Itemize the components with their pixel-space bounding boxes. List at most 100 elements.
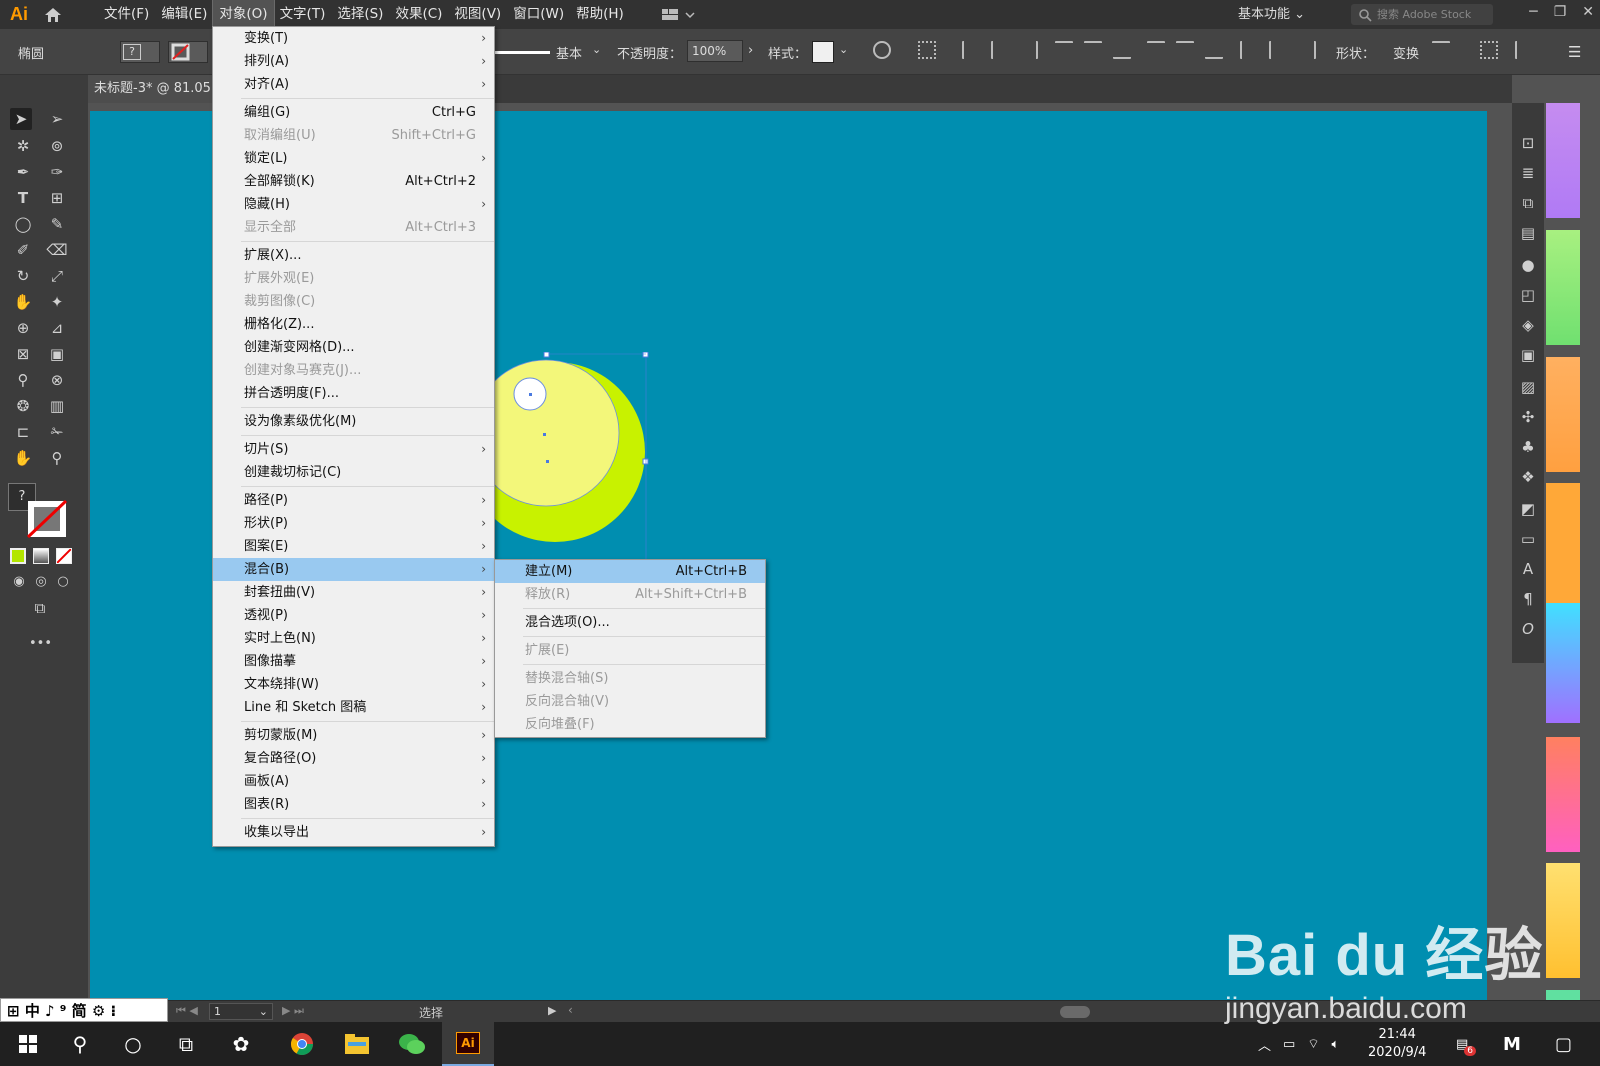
zoom-tool-icon[interactable]: ⚲: [46, 447, 68, 469]
scale-tool-icon[interactable]: ⤢: [46, 265, 68, 287]
close-icon[interactable]: ✕: [1582, 0, 1594, 24]
recolor-icon[interactable]: [873, 41, 891, 59]
clock[interactable]: 21:44 2020/9/4: [1368, 1022, 1426, 1066]
align-hcenter-icon[interactable]: [991, 41, 1009, 59]
ellipse-tool-icon[interactable]: ◯: [12, 213, 34, 235]
graphic-styles-panel-icon[interactable]: ❖: [1518, 467, 1538, 487]
blend-menu-item[interactable]: 反向堆叠(F): [495, 713, 765, 736]
object-menu-item[interactable]: 图像描摹 ›: [213, 650, 494, 673]
swatch-pink[interactable]: [1546, 737, 1580, 852]
perspective-grid-tool-icon[interactable]: ⊿: [46, 317, 68, 339]
blend-menu-item[interactable]: 反向混合轴(V): [495, 690, 765, 713]
align-left-icon[interactable]: [962, 41, 980, 59]
transform-panel-icon[interactable]: ◰: [1518, 285, 1538, 305]
menu-edit[interactable]: 编辑(E): [155, 0, 213, 29]
object-menu-item[interactable]: 画板(A) ›: [213, 770, 494, 793]
first-artboard-icon[interactable]: ⏮ ◀: [176, 1004, 198, 1018]
libraries-panel-icon[interactable]: ▤: [1518, 223, 1538, 243]
distribute-hcenter-icon[interactable]: [1269, 41, 1287, 59]
object-menu-item[interactable]: 创建渐变网格(D)...: [213, 336, 494, 359]
chevron-down-icon[interactable]: ⌄: [839, 43, 848, 56]
object-menu-item[interactable]: 路径(P) ›: [213, 489, 494, 512]
align-top-icon[interactable]: [1055, 41, 1073, 59]
volume-icon[interactable]: 🔈︎: [1332, 1037, 1340, 1052]
workspace-dropdown[interactable]: 基本功能 ⌄: [1238, 0, 1305, 29]
graphic-style-swatch[interactable]: [812, 41, 834, 63]
object-menu-item[interactable]: 透视(P) ›: [213, 604, 494, 627]
opacity-input[interactable]: 100%: [687, 40, 743, 62]
wifi-icon[interactable]: ⌔: [1307, 1036, 1319, 1052]
windows-start-icon[interactable]: [2, 1022, 54, 1066]
layers-panel-icon[interactable]: ◈: [1518, 315, 1538, 335]
stock-search-input[interactable]: 搜索 Adobe Stock: [1351, 4, 1493, 25]
object-menu-item[interactable]: 创建裁切标记(C): [213, 461, 494, 484]
menu-select[interactable]: 选择(S): [331, 0, 389, 29]
menu-view[interactable]: 视图(V): [448, 0, 507, 29]
chevron-down-icon[interactable]: ⌄: [592, 43, 601, 56]
align-panel-icon[interactable]: ≣: [1518, 163, 1538, 183]
stroke-color-picker[interactable]: [168, 41, 208, 63]
symbol-sprayer-tool-icon[interactable]: ❂: [12, 395, 34, 417]
chrome-icon[interactable]: [276, 1022, 328, 1066]
object-menu-item[interactable]: 收集以导出 ›: [213, 821, 494, 844]
appearance-panel-icon[interactable]: ●: [1518, 255, 1538, 275]
image-trace-panel-icon[interactable]: ▨: [1518, 377, 1538, 397]
none-mode-button[interactable]: [56, 548, 72, 564]
home-icon[interactable]: [38, 0, 68, 29]
object-menu-item[interactable]: 扩展外观(E): [213, 267, 494, 290]
magic-wand-tool-icon[interactable]: ✲: [12, 135, 34, 157]
swatch-green[interactable]: [1546, 230, 1580, 345]
brushes-panel-icon[interactable]: ✣: [1518, 407, 1538, 427]
wechat-icon[interactable]: [386, 1022, 438, 1066]
task-view-icon[interactable]: ⧉: [160, 1022, 212, 1066]
stroke-swatch[interactable]: [26, 499, 70, 541]
ime-toolbar[interactable]: ⊞ 中 ♪ ⁹ 简 ⚙ ⁝: [0, 998, 168, 1022]
minimize-icon[interactable]: ─: [1529, 0, 1537, 24]
object-menu-item[interactable]: 对齐(A) ›: [213, 73, 494, 96]
cortana-icon[interactable]: ○: [107, 1022, 159, 1066]
chevron-up-icon[interactable]: ︿: [1258, 1035, 1271, 1054]
shaper-tool-icon[interactable]: ✐: [12, 239, 34, 261]
more-tools-icon[interactable]: •••: [29, 633, 52, 655]
distribute-bottom-icon[interactable]: [1205, 41, 1223, 59]
gradient-mode-button[interactable]: [33, 548, 49, 564]
opentype-panel-icon[interactable]: O: [1518, 619, 1538, 639]
symbols-panel-icon[interactable]: ♣: [1518, 437, 1538, 457]
distribute-top-icon[interactable]: [1147, 41, 1165, 59]
action-center-icon[interactable]: ▢: [1555, 1022, 1572, 1066]
draw-behind-icon[interactable]: ◎: [30, 571, 52, 593]
next-artboard-icon[interactable]: ▶ ⏭: [282, 1004, 304, 1018]
inner-circle[interactable]: [482, 359, 620, 507]
menu-object[interactable]: 对象(O): [212, 0, 275, 30]
direct-selection-tool-icon[interactable]: ➢: [46, 108, 68, 130]
align-right-icon[interactable]: [1020, 41, 1038, 59]
artboard-tool-icon[interactable]: ⊏: [12, 421, 34, 443]
object-menu-item[interactable]: 排列(A) ›: [213, 50, 494, 73]
slice-tool-icon[interactable]: ✁: [46, 421, 68, 443]
menu-window[interactable]: 窗口(W): [507, 0, 570, 29]
swatch-amber[interactable]: [1546, 483, 1580, 603]
notification-app-icon[interactable]: ▤ 6: [1456, 1022, 1477, 1066]
illustrator-taskbar-icon[interactable]: Ai: [442, 1022, 494, 1066]
eyedropper-tool-icon[interactable]: ⚲: [12, 369, 34, 391]
menu-effect[interactable]: 效果(C): [389, 0, 448, 29]
status-menu-icon[interactable]: ▶: [548, 1004, 556, 1017]
blend-menu-item[interactable]: 释放(R) Alt+Shift+Ctrl+B: [495, 583, 765, 606]
swatch-purple[interactable]: [1546, 103, 1580, 218]
menu-file[interactable]: 文件(F): [98, 0, 155, 29]
object-menu-item[interactable]: 取消编组(U) Shift+Ctrl+G: [213, 124, 494, 147]
draw-normal-icon[interactable]: ◉: [8, 571, 30, 593]
object-menu-item[interactable]: 图表(R) ›: [213, 793, 494, 816]
transparency-panel-icon[interactable]: ◩: [1518, 499, 1538, 519]
menu-help[interactable]: 帮助(H): [570, 0, 630, 29]
input-method-icon[interactable]: M: [1503, 1022, 1521, 1066]
line-tool-icon[interactable]: ⊞: [46, 187, 68, 209]
shape-label[interactable]: 形状：: [1336, 43, 1375, 62]
rotate-tool-icon[interactable]: ↻: [12, 265, 34, 287]
object-menu-item[interactable]: 拼合透明度(F)...: [213, 382, 494, 405]
lasso-tool-icon[interactable]: ⊚: [46, 135, 68, 157]
distribute-vcenter-icon[interactable]: [1176, 41, 1194, 59]
swatch-orange[interactable]: [1546, 357, 1580, 472]
object-menu-item[interactable]: 复合路径(O) ›: [213, 747, 494, 770]
workspace-switcher-icon[interactable]: [660, 5, 704, 25]
